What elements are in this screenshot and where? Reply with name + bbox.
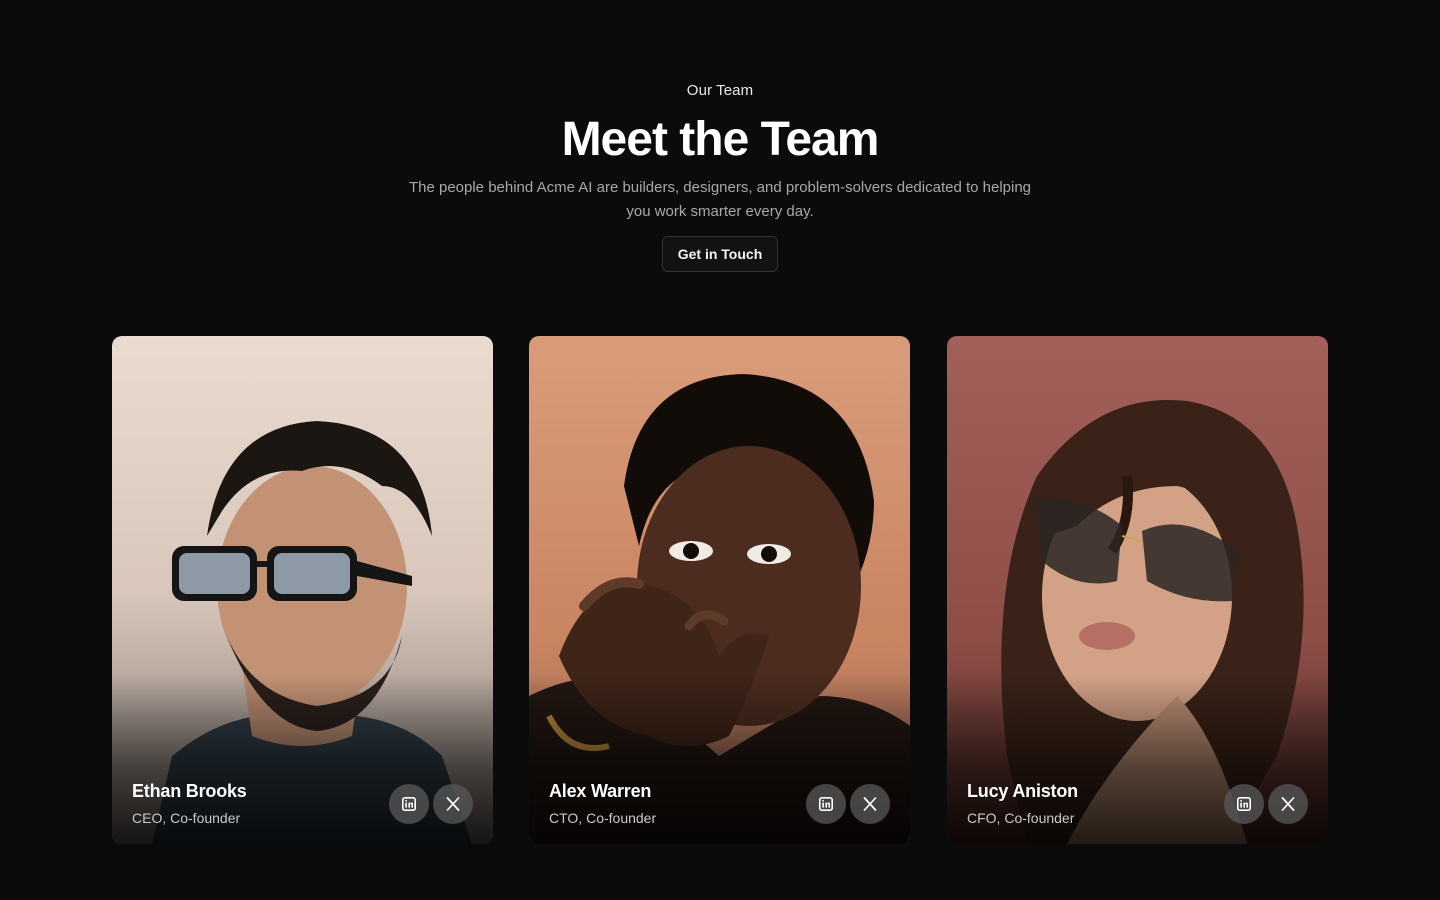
member-role: CEO, Co-founder [132, 810, 241, 826]
linkedin-button[interactable] [389, 784, 429, 824]
page-subtitle: The people behind Acme AI are builders, … [408, 179, 1032, 220]
member-name: Lucy Aniston [967, 781, 1078, 801]
x-icon [446, 797, 460, 811]
x-button[interactable] [850, 784, 890, 824]
x-icon [1281, 797, 1295, 811]
x-icon [863, 797, 877, 811]
member-role: CFO, Co-founder [967, 810, 1075, 826]
linkedin-icon [819, 797, 833, 811]
get-in-touch-button[interactable]: Get in Touch [662, 236, 778, 272]
x-button[interactable] [433, 784, 473, 824]
team-card: Ethan Brooks CEO, Co-founder [112, 336, 493, 844]
member-name: Alex Warren [549, 781, 652, 801]
member-role: CTO, Co-founder [549, 810, 657, 826]
member-name: Ethan Brooks [132, 781, 247, 801]
linkedin-button[interactable] [806, 784, 846, 824]
page-title: Meet the Team [561, 113, 880, 166]
linkedin-button[interactable] [1224, 784, 1264, 824]
team-card: Lucy Aniston CFO, Co-founder [947, 336, 1328, 844]
section-eyebrow: Our Team [686, 82, 754, 99]
team-page: Our Team Meet the Team The people behind… [0, 0, 1440, 900]
x-button[interactable] [1268, 784, 1308, 824]
team-card: Alex Warren CTO, Co-founder [529, 336, 910, 844]
linkedin-icon [1237, 797, 1251, 811]
linkedin-icon [402, 797, 416, 811]
